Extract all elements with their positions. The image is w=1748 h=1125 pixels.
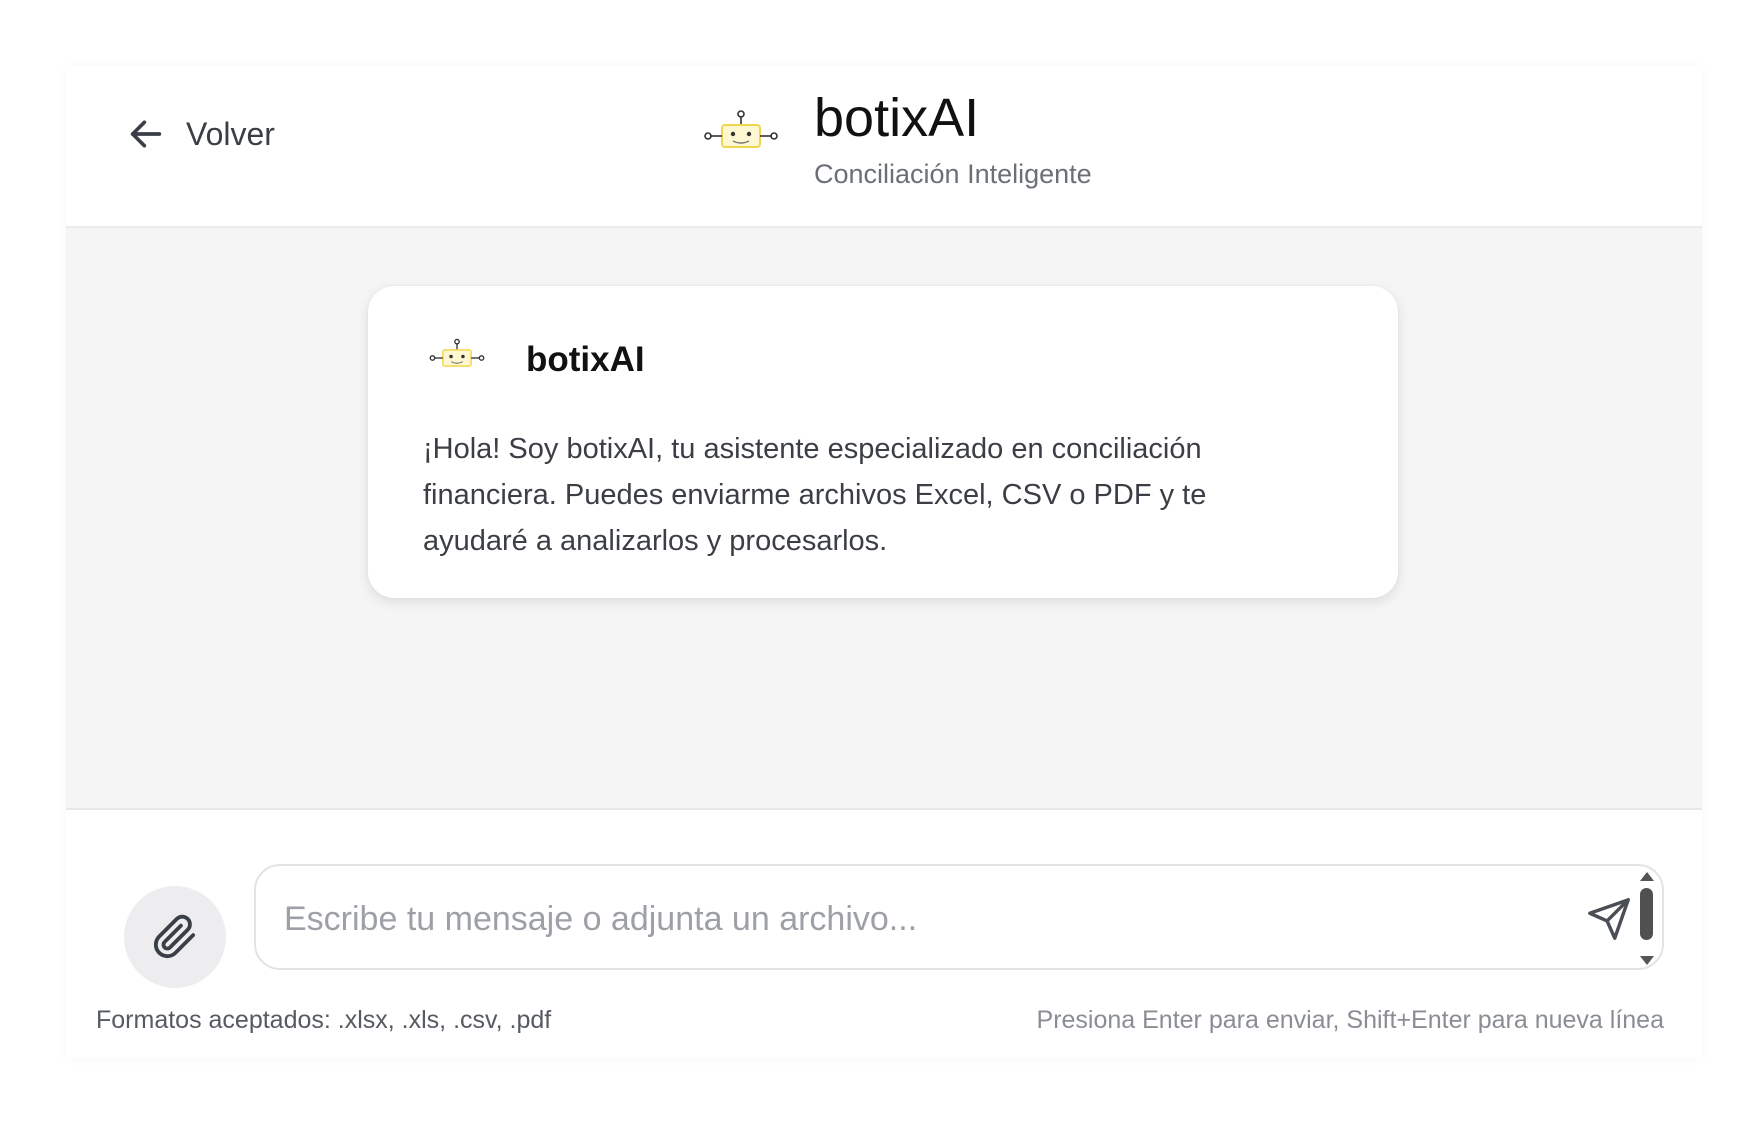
message-text: ¡Hola! Soy botixAI, tu asistente especia… [423, 433, 1207, 557]
paperclip-icon [153, 914, 196, 959]
chat-window: Volver botixAI Conciliación Inteligente [66, 66, 1702, 1058]
keyboard-hint-text: Presiona Enter para enviar, Shift+Enter … [1036, 1006, 1664, 1034]
robot-avatar-icon [429, 338, 485, 367]
app-subtitle: Conciliación Inteligente [814, 159, 1092, 189]
app-title: botixAI [814, 88, 980, 148]
send-icon[interactable] [1586, 896, 1632, 942]
accepted-formats-text: Formatos aceptados: .xlsx, .xls, .csv, .… [96, 1006, 552, 1034]
message-input-container [254, 864, 1664, 970]
chat-area: botixAI ¡Hola! Soy botixAI, tu asistente… [66, 228, 1702, 810]
message-sender: botixAI [526, 340, 645, 379]
message-bubble: botixAI ¡Hola! Soy botixAI, tu asistente… [368, 286, 1398, 598]
input-scrollbar[interactable] [1638, 870, 1656, 966]
header: Volver botixAI Conciliación Inteligente [66, 66, 1702, 228]
back-label: Volver [186, 115, 275, 152]
message-input[interactable] [282, 892, 1546, 946]
arrow-left-icon [130, 120, 162, 148]
scroll-up-arrow-icon[interactable] [1640, 872, 1654, 881]
robot-logo-icon [704, 110, 778, 148]
scroll-thumb[interactable] [1640, 888, 1653, 940]
attach-file-button[interactable] [124, 886, 226, 988]
back-button[interactable]: Volver [126, 112, 275, 156]
scroll-down-arrow-icon[interactable] [1640, 956, 1654, 965]
